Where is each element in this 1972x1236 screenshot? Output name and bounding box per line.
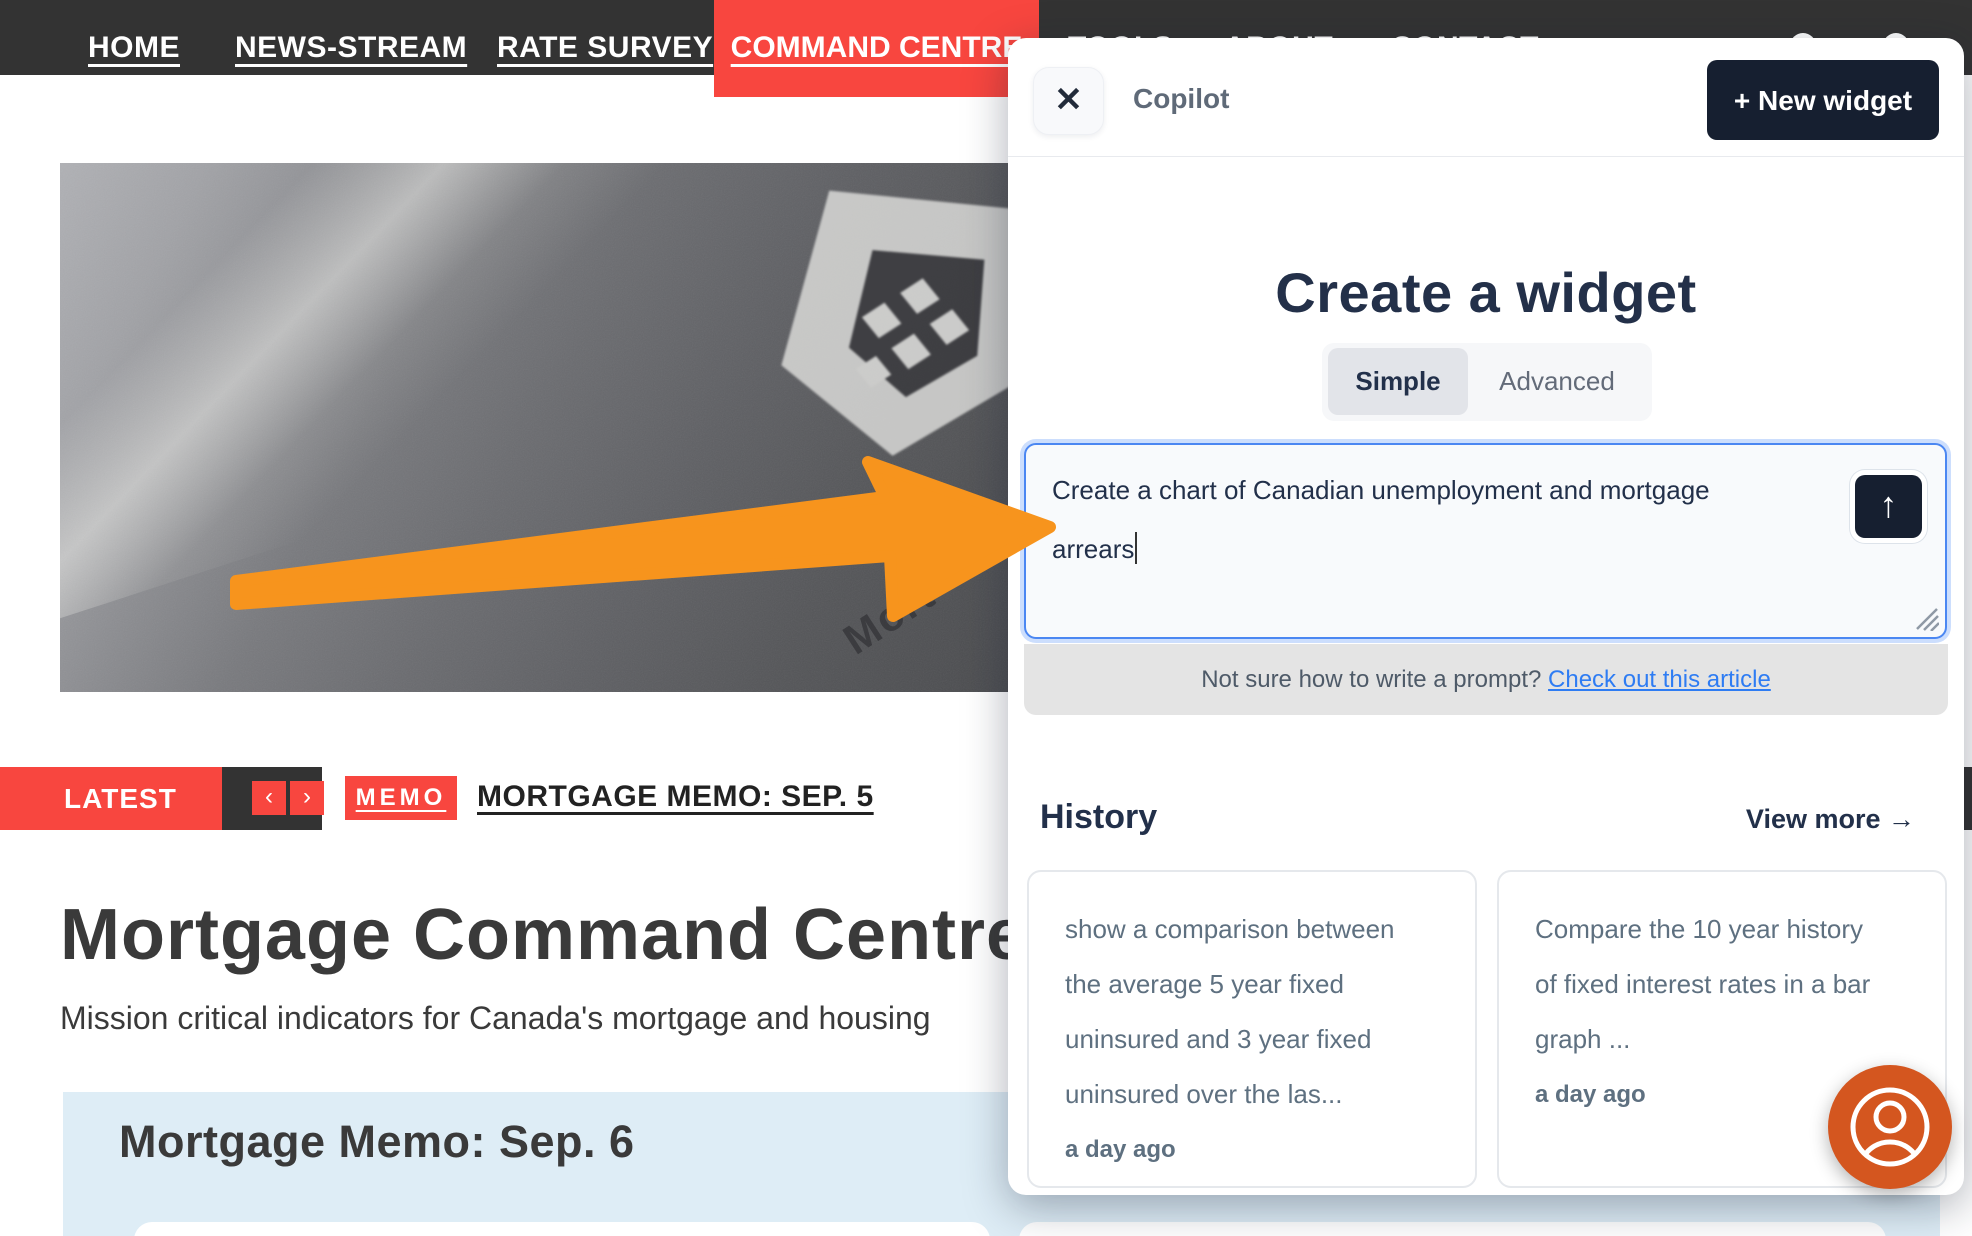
copilot-panel: ✕ Copilot + New widget Create a widget S…: [1008, 38, 1964, 1195]
view-more-link[interactable]: View more →: [1746, 804, 1915, 835]
avatar-fab-button[interactable]: [1828, 1065, 1952, 1189]
screen: HOME NEWS-STREAM RATE SURVEY TOOLS ABOUT…: [0, 0, 1972, 1236]
hero-image: Mort: [60, 163, 1008, 692]
hint-text: Not sure how to write a prompt?: [1201, 666, 1548, 693]
memo-card: [1019, 1222, 1886, 1236]
create-widget-heading: Create a widget: [1008, 260, 1964, 325]
ticker-next-button[interactable]: ›: [290, 781, 324, 815]
prompt-hint-bar: Not sure how to write a prompt? Check ou…: [1024, 644, 1948, 715]
copilot-panel-header: ✕ Copilot + New widget: [1008, 38, 1964, 157]
mode-segmented-control: Simple Advanced: [1322, 343, 1652, 421]
prompt-text: Create a chart of Canadian unemployment …: [1052, 461, 1792, 579]
nav-item-command-centre-active[interactable]: COMMAND CENTRE: [714, 0, 1039, 97]
tab-advanced[interactable]: Advanced: [1468, 348, 1646, 415]
resize-handle[interactable]: [1913, 607, 1939, 631]
page-title: Mortgage Command Centre: [60, 894, 1008, 976]
text-caret: [1135, 532, 1137, 564]
close-icon[interactable]: ✕: [1033, 67, 1104, 135]
new-widget-button[interactable]: + New widget: [1707, 60, 1939, 140]
hero-shield-logo: [760, 174, 1008, 491]
history-card-1[interactable]: show a comparison between the average 5 …: [1027, 870, 1477, 1188]
ticker-prev-button[interactable]: ‹: [252, 781, 286, 815]
nav-item-news-stream[interactable]: NEWS-STREAM: [235, 31, 467, 65]
prompt-line-1: Create a chart of Canadian unemployment …: [1052, 461, 1792, 520]
send-arrow-button[interactable]: ↑: [1855, 475, 1922, 538]
hint-article-link[interactable]: Check out this article: [1548, 666, 1771, 693]
nav-item-command-centre-label: COMMAND CENTRE: [731, 31, 1023, 65]
ticker-controls: ‹ ›: [222, 767, 322, 830]
copilot-title: Copilot: [1133, 38, 1229, 156]
nav-item-home[interactable]: HOME: [88, 31, 180, 65]
memo-badge[interactable]: MEMO: [345, 776, 457, 820]
history-card-1-timestamp: a day ago: [1065, 1136, 1445, 1164]
memo-section-title: Mortgage Memo: Sep. 6: [119, 1116, 635, 1168]
prompt-textarea[interactable]: Create a chart of Canadian unemployment …: [1024, 443, 1947, 639]
memo-card: [134, 1222, 990, 1236]
page-subtitle: Mission critical indicators for Canada's…: [60, 1000, 1008, 1037]
prompt-line-2: arrears: [1052, 520, 1792, 579]
nav-item-rate-survey[interactable]: RATE SURVEY: [497, 31, 713, 65]
latest-label: LATEST: [0, 767, 222, 830]
history-heading: History: [1040, 798, 1157, 837]
latest-headline-link[interactable]: MORTGAGE MEMO: SEP. 5: [477, 780, 874, 814]
tab-simple[interactable]: Simple: [1328, 348, 1468, 415]
person-icon: [1828, 1065, 1952, 1189]
